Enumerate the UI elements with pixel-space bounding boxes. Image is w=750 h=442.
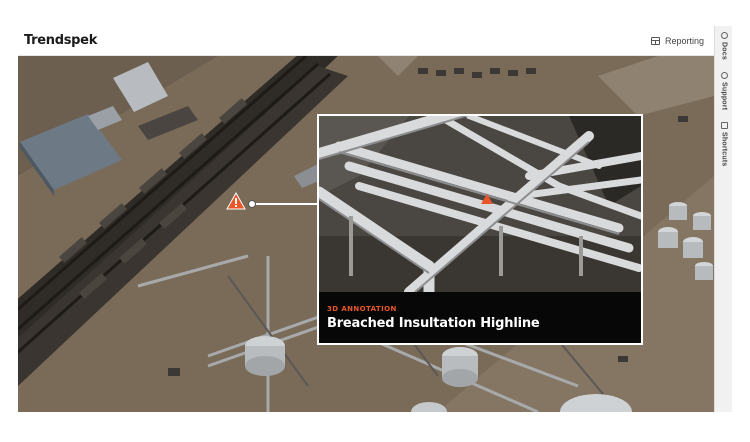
right-sidebar: Docs Support Shortcuts bbox=[714, 26, 732, 412]
app-frame: 3D ANNOTATION Breached Insultation Highl… bbox=[18, 26, 732, 412]
sidebar-item-shortcuts[interactable]: Shortcuts bbox=[715, 122, 732, 166]
sidebar-item-docs[interactable]: Docs bbox=[715, 32, 732, 60]
annotation-type-label: 3D ANNOTATION bbox=[327, 305, 397, 313]
app-logo[interactable]: Trendspek bbox=[24, 33, 97, 48]
annotation-anchor-dot[interactable] bbox=[248, 200, 256, 208]
top-bar: Trendspek Reporting bbox=[18, 26, 714, 56]
sidebar-item-label: Support bbox=[720, 82, 728, 111]
annotation-title: Breached Insultation Highline bbox=[327, 316, 540, 331]
sidebar-item-label: Docs bbox=[720, 42, 728, 60]
sidebar-item-label: Shortcuts bbox=[720, 132, 728, 167]
reporting-button[interactable]: Reporting bbox=[650, 35, 704, 46]
reporting-label: Reporting bbox=[664, 35, 704, 46]
annotation-photo bbox=[319, 116, 641, 292]
circle-icon bbox=[720, 72, 728, 79]
calendar-grid-icon bbox=[650, 36, 660, 45]
sidebar-item-support[interactable]: Support bbox=[715, 72, 732, 110]
annotation-caption: 3D ANNOTATION Breached Insultation Highl… bbox=[319, 292, 641, 343]
circle-icon bbox=[720, 32, 728, 39]
warning-triangle-icon[interactable] bbox=[226, 192, 246, 210]
annotation-card[interactable]: 3D ANNOTATION Breached Insultation Highl… bbox=[317, 114, 643, 345]
aerial-site-view[interactable]: 3D ANNOTATION Breached Insultation Highl… bbox=[18, 56, 714, 412]
square-icon bbox=[720, 122, 728, 129]
annotation-leader-line bbox=[250, 203, 318, 205]
